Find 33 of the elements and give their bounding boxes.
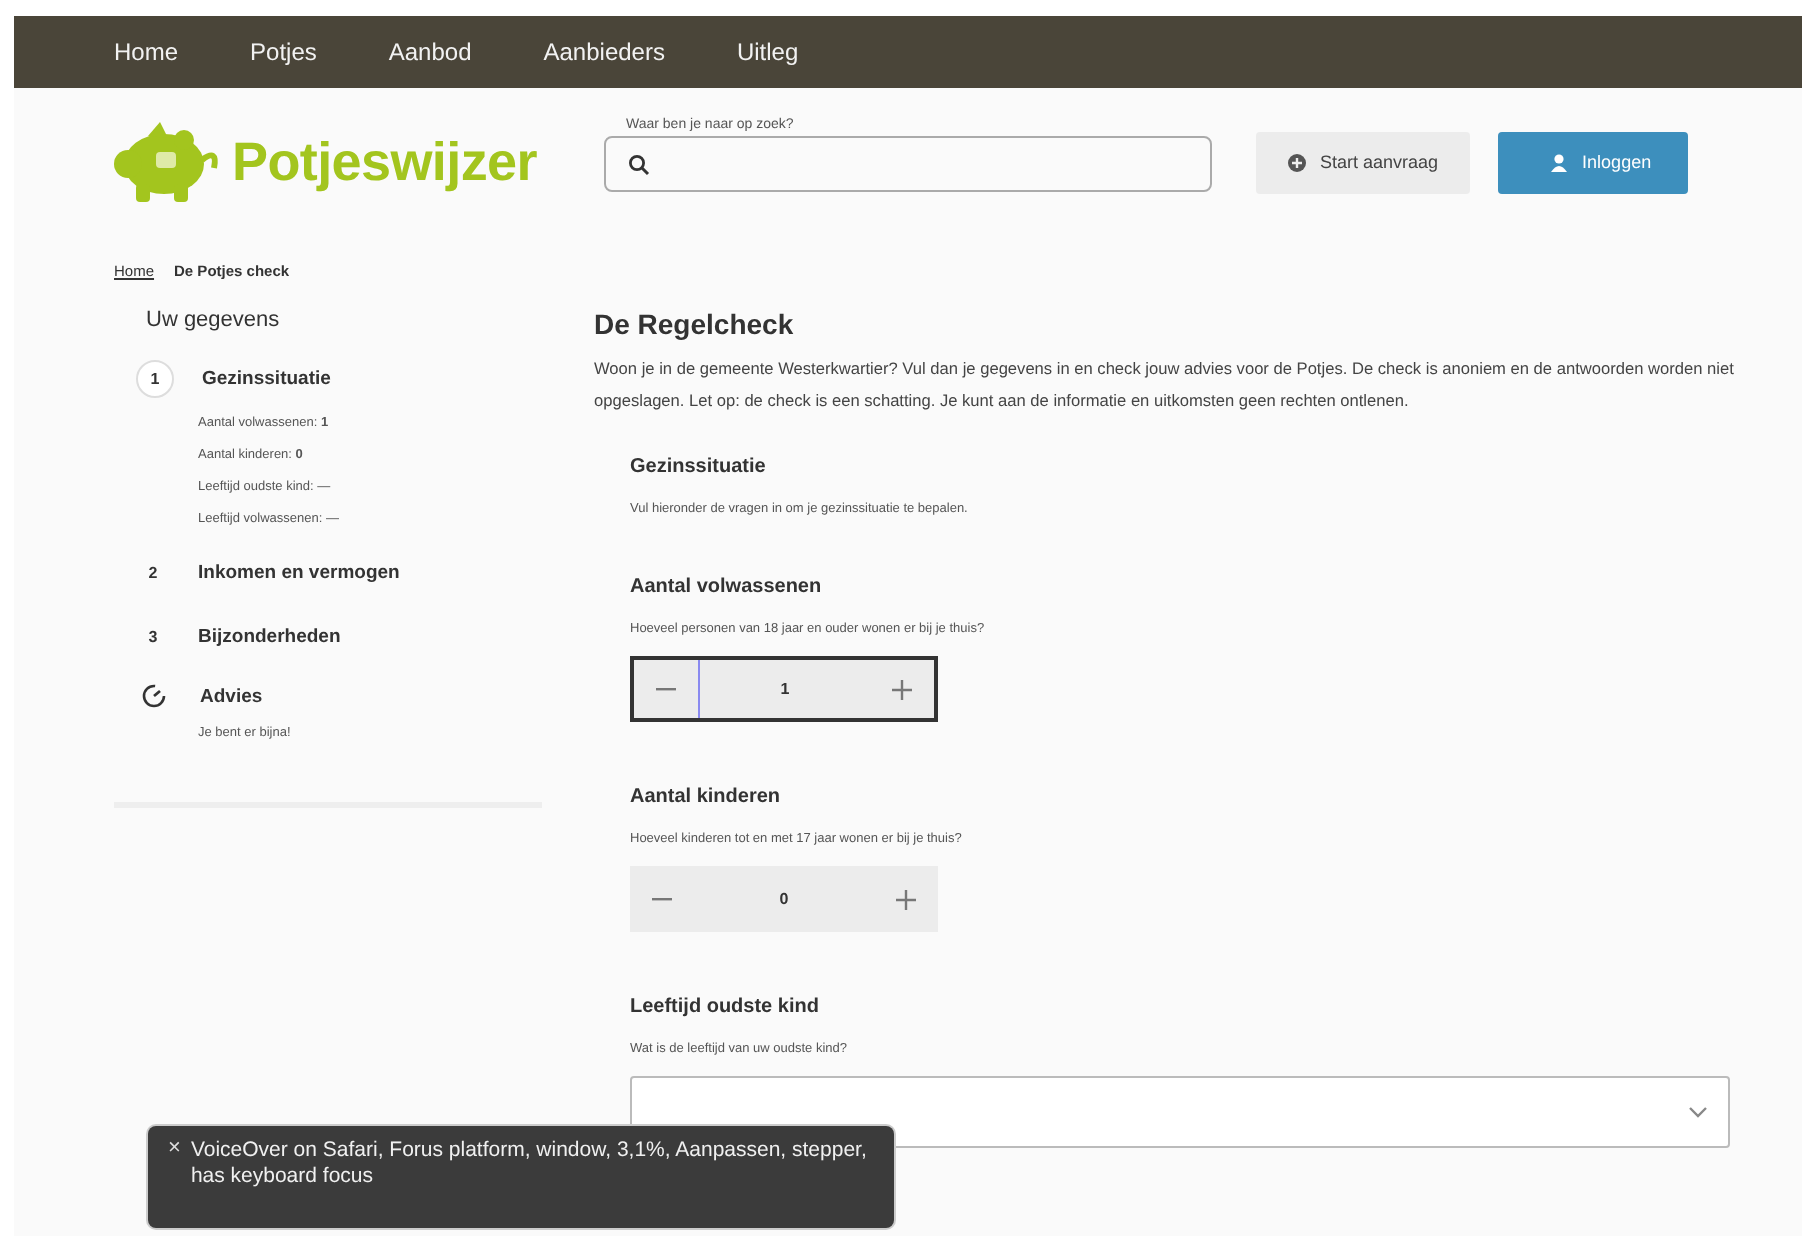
stepper-value: 0: [777, 888, 791, 912]
plus-circle-icon: [1288, 153, 1306, 171]
nav-link[interactable]: Home: [114, 38, 179, 66]
chevron-down-icon: [1688, 1106, 1708, 1118]
user-icon: [1550, 153, 1569, 171]
step-label[interactable]: Advies: [200, 685, 263, 707]
step-number: 2: [146, 562, 160, 586]
search-field[interactable]: [604, 136, 1212, 192]
login-button[interactable]: Inloggen: [1498, 131, 1688, 193]
voiceover-caption: VoiceOver on Safari, Forus platform, window, 3,1%, Aanpassen, stepper, has keyboard focus: [190, 1138, 869, 1192]
number-stepper[interactable]: 1: [630, 656, 938, 722]
step-label[interactable]: Gezinssituatie: [202, 368, 331, 390]
nav-link[interactable]: Potjes: [250, 38, 317, 66]
page-title: De Regelcheck: [594, 308, 796, 340]
step-number: 3: [146, 626, 160, 650]
search-icon: [628, 153, 650, 175]
nav-link[interactable]: Aanbieders: [543, 38, 665, 66]
close-button[interactable]: ×: [168, 1138, 181, 1216]
piggy-bank-icon: [108, 120, 220, 204]
step-label[interactable]: Bijzonderheden: [198, 626, 341, 648]
section-title: Gezinssituatie: [630, 456, 768, 478]
step-number: 1: [136, 360, 174, 398]
nav-link[interactable]: Uitleg: [736, 38, 799, 66]
stepper-value: 1: [698, 660, 870, 718]
question-title: Leeftijd oudste kind: [630, 996, 821, 1018]
intro-paragraph: Woon je in de gemeente Westerkwartier? Vul dan je gegevens in en check jouw advies voor de Potjes. De check is anoniem en de antwoorden worden niet opgeslagen. Let op: de check is een schatting. Je kunt aan de informatie en uitkomsten geen rechten ontlenen.: [594, 356, 1734, 414]
step-label[interactable]: Inkomen en vermogen: [198, 562, 400, 584]
sidebar-title: Uw gegevens: [146, 308, 282, 332]
start-request-button[interactable]: Start aanvraag: [1256, 131, 1471, 193]
number-stepper[interactable]: 0: [630, 866, 938, 932]
question-title: Aantal kinderen: [630, 786, 783, 808]
question-title: Aantal volwassenen: [630, 576, 824, 598]
nav-link[interactable]: Aanbod: [388, 38, 472, 66]
